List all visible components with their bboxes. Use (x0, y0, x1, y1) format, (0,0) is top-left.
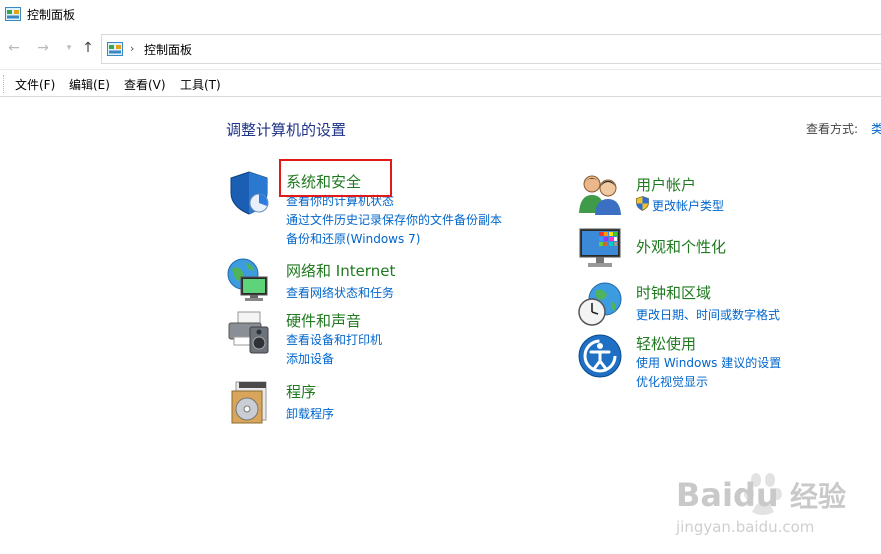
category-title-appearance[interactable]: 外观和个性化 (636, 236, 726, 257)
category-title-programs[interactable]: 程序 (286, 381, 316, 402)
category-title-clock-region[interactable]: 时钟和区域 (636, 282, 711, 303)
category-title-hardware-sound[interactable]: 硬件和声音 (286, 310, 361, 331)
menu-bar: 文件(F) 编辑(E) 查看(V) 工具(T) (0, 69, 881, 97)
control-panel-icon (5, 7, 21, 21)
view-by-label: 查看方式: (806, 122, 859, 136)
page-title: 调整计算机的设置 (226, 121, 347, 139)
control-panel-icon (107, 42, 123, 56)
menu-view[interactable]: 查看(V) (124, 76, 166, 93)
link-backup-restore[interactable]: 备份和还原(Windows 7) (286, 230, 420, 247)
programs-disc-icon[interactable] (226, 379, 272, 425)
watermark-url: jingyan.baidu.com (675, 518, 814, 536)
link-devices-printers[interactable]: 查看设备和打印机 (286, 331, 382, 348)
link-add-device[interactable]: 添加设备 (286, 350, 334, 367)
menu-edit[interactable]: 编辑(E) (69, 76, 110, 93)
window-title: 控制面板 (27, 8, 76, 22)
address-bar[interactable]: › 控制面板 (101, 34, 881, 64)
category-title-user-accounts[interactable]: 用户帐户 (636, 174, 696, 195)
watermark-suffix: 经验 (790, 480, 846, 513)
link-change-account-type[interactable]: 更改帐户类型 (652, 197, 724, 214)
link-file-history-backup[interactable]: 通过文件历史记录保存你的文件备份副本 (286, 211, 502, 228)
view-by-dropdown[interactable]: 类 (871, 120, 881, 137)
link-network-status[interactable]: 查看网络状态和任务 (286, 284, 394, 301)
forward-arrow-icon[interactable]: → (35, 40, 51, 56)
up-arrow-icon[interactable]: ↑ (80, 40, 96, 56)
navigation-bar: ← → ▾ ↑ › 控制面板 (0, 32, 881, 66)
menu-tools[interactable]: 工具(T) (180, 76, 221, 93)
watermark-brand: Baidu (676, 476, 779, 514)
menu-file[interactable]: 文件(F) (15, 76, 55, 93)
link-windows-suggested-settings[interactable]: 使用 Windows 建议的设置 (636, 354, 781, 371)
uac-shield-icon (636, 196, 649, 211)
back-arrow-icon[interactable]: ← (6, 40, 22, 56)
shield-icon[interactable] (226, 169, 272, 215)
category-title-network-internet[interactable]: 网络和 Internet (286, 260, 395, 281)
users-icon[interactable] (577, 171, 623, 217)
link-uninstall-program[interactable]: 卸载程序 (286, 405, 334, 422)
category-title-ease-of-access[interactable]: 轻松使用 (636, 333, 696, 354)
link-change-date-time[interactable]: 更改日期、时间或数字格式 (636, 306, 780, 323)
link-optimize-visual-display[interactable]: 优化视觉显示 (636, 373, 708, 390)
recent-locations-chevron-icon[interactable]: ▾ (61, 40, 77, 56)
breadcrumb-separator[interactable]: › (130, 42, 134, 55)
network-globe-icon[interactable] (226, 257, 272, 303)
printer-speaker-icon[interactable] (226, 309, 272, 355)
ease-of-access-icon[interactable] (577, 333, 623, 379)
breadcrumb-control-panel[interactable]: 控制面板 (144, 41, 192, 58)
monitor-palette-icon[interactable] (577, 225, 623, 271)
highlight-box (279, 159, 392, 197)
title-bar: 控制面板 (0, 0, 881, 30)
baidu-jingyan-watermark: Baidu 经验 jingyan.baidu.com (675, 473, 846, 536)
menu-grip (3, 75, 4, 93)
clock-globe-icon[interactable] (577, 281, 623, 327)
